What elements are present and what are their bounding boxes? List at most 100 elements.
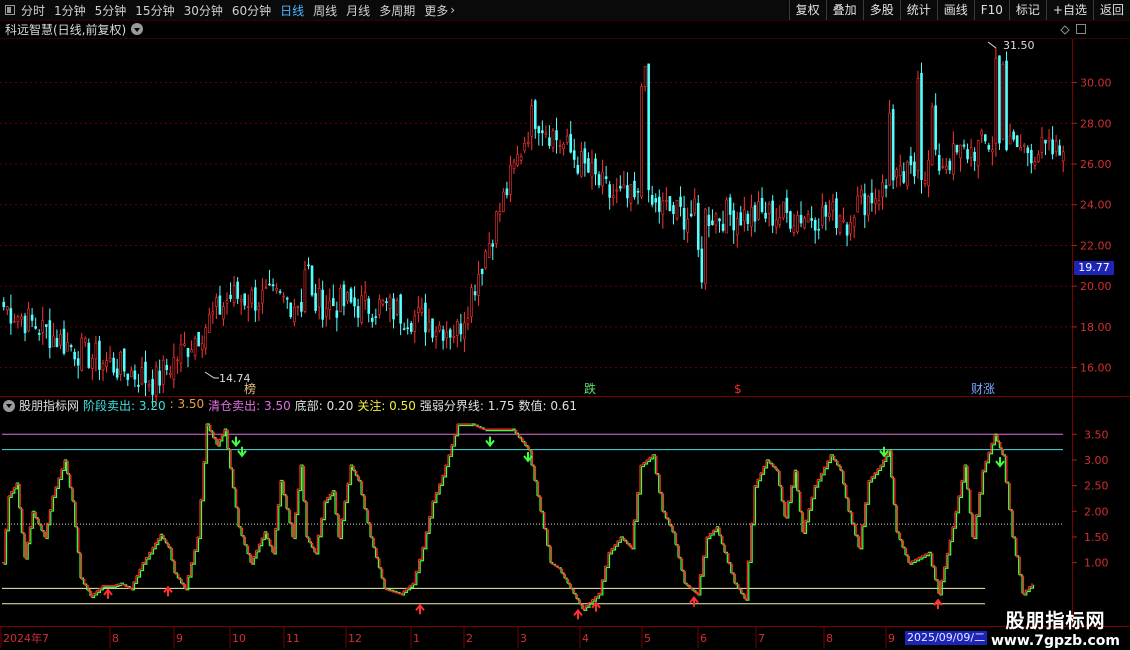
- candle-body: [1058, 145, 1061, 156]
- candle-body: [52, 335, 55, 348]
- candle-body: [558, 145, 562, 147]
- candle-body: [367, 298, 371, 314]
- candle-body: [661, 200, 665, 215]
- buy-arrow-2: [415, 603, 425, 615]
- selected-date: 2025/09/09/二: [905, 631, 988, 645]
- candle-body: [275, 288, 278, 291]
- candle-body: [704, 208, 707, 285]
- candle-body: [363, 292, 367, 301]
- candle-body: [891, 109, 895, 181]
- candle-body: [133, 370, 137, 380]
- candle-body: [424, 302, 427, 333]
- candle-body: [122, 348, 126, 372]
- candle-body: [417, 307, 420, 313]
- candle-body: [268, 283, 271, 286]
- candle-body: [207, 314, 211, 333]
- price-tick-label-5: 20.00: [1080, 280, 1112, 293]
- candle-body: [948, 160, 952, 171]
- candle-body: [200, 343, 204, 350]
- time-axis: 2024年7 8 9 10 11 12 1 2 3 4 5 6 7 8 9: [0, 627, 895, 648]
- price-tick-label-0: 30.00: [1080, 77, 1112, 90]
- candle-body: [452, 336, 456, 338]
- candle-body: [55, 337, 59, 347]
- candle-body: [916, 78, 920, 172]
- candle-body: [385, 301, 388, 304]
- price-grid: [0, 38, 1130, 627]
- price-tick-label-3: 24.00: [1080, 199, 1112, 212]
- candle-body: [183, 343, 186, 346]
- candle-body: [332, 298, 335, 307]
- candle-body: [828, 212, 831, 218]
- candle-body: [806, 214, 810, 223]
- candle-body: [378, 299, 381, 315]
- sell-arrow-5: [995, 457, 1005, 468]
- candle-body: [909, 155, 913, 166]
- candle-body: [1054, 140, 1058, 152]
- candle-body: [250, 289, 254, 304]
- candle-body: [732, 210, 735, 231]
- candle-body: [973, 151, 976, 162]
- candle-body: [94, 342, 98, 360]
- candle-body: [509, 165, 512, 195]
- price-tick-label-7: 16.00: [1080, 362, 1112, 375]
- candle-body: [845, 224, 849, 236]
- candle-body: [682, 208, 686, 230]
- ind-tick-label-2: 2.50: [1084, 480, 1109, 493]
- candle-body: [144, 361, 147, 384]
- high-low-labels: 31.50 14.74: [204, 39, 1035, 385]
- candle-body: [399, 294, 402, 324]
- indicator-legend: 股朋指标网 阶段卖出: 3.20: 3.50 清仓卖出: 3.50 底部: 0.20…: [3, 397, 581, 413]
- candle-body: [884, 185, 888, 189]
- candle-body: [342, 284, 346, 307]
- candle-body: [222, 306, 225, 320]
- candle-body: [976, 140, 980, 167]
- candle-body: [824, 204, 828, 217]
- watermark-url: www.7gpzb.com: [990, 633, 1120, 649]
- candle-body: [803, 217, 806, 229]
- candle-body: [665, 200, 668, 203]
- watermark-name: 股朋指标网: [1005, 610, 1106, 632]
- candle-body: [743, 209, 746, 222]
- candle-body: [105, 360, 108, 367]
- candle-body: [597, 174, 601, 186]
- candle-body: [838, 215, 842, 234]
- event-marker-3: 财涨: [971, 381, 995, 396]
- candle-body: [13, 320, 16, 323]
- price-tick-label-4: 22.00: [1080, 239, 1112, 252]
- candle-body: [197, 331, 200, 347]
- candle-body: [718, 218, 721, 222]
- candle-body: [842, 219, 845, 222]
- chevron-down-icon[interactable]: [3, 399, 15, 412]
- candle-body: [69, 345, 73, 348]
- candle-body: [9, 308, 13, 324]
- candle-body: [1047, 137, 1051, 142]
- candle-body: [80, 337, 84, 371]
- candle-body: [1001, 63, 1005, 140]
- candle-body: [874, 198, 877, 204]
- candle-body: [126, 373, 130, 380]
- candle-body: [441, 329, 445, 341]
- candle-body: [236, 281, 239, 299]
- candle-body: [728, 197, 732, 215]
- candle-body: [254, 287, 257, 311]
- candle-body: [923, 180, 927, 184]
- candle-body: [519, 156, 523, 161]
- candle-body: [293, 306, 296, 322]
- time-label-4: 11: [286, 632, 300, 645]
- candle-body: [395, 300, 399, 315]
- candle-body: [707, 214, 711, 227]
- candle-body: [778, 217, 782, 225]
- candle-body: [906, 161, 909, 187]
- candle-body: [533, 100, 537, 129]
- candle-body: [785, 197, 789, 213]
- candle-body: [314, 293, 317, 311]
- candle-body: [44, 324, 48, 327]
- candle-body: [218, 295, 222, 315]
- candle-body: [463, 322, 466, 340]
- candle-body: [580, 151, 583, 177]
- candle-body: [1061, 151, 1065, 162]
- candle-body: [810, 218, 813, 221]
- candle-body: [583, 148, 587, 164]
- candle-body: [590, 162, 594, 178]
- candle-body: [902, 171, 906, 183]
